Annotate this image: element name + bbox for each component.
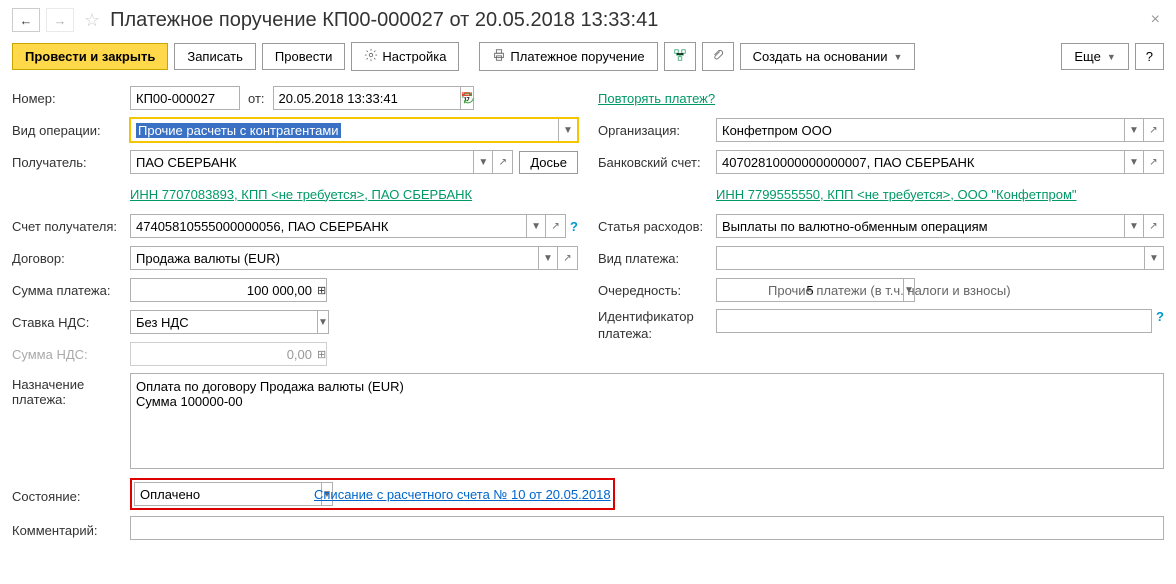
pay-id-label: Идентификатор платежа: <box>598 309 716 343</box>
purpose-textarea[interactable] <box>130 373 1164 469</box>
star-icon[interactable]: ☆ <box>84 10 100 31</box>
op-type-label: Вид операции: <box>12 123 130 138</box>
close-button[interactable]: × <box>1147 11 1164 29</box>
structure-button[interactable] <box>664 42 696 71</box>
pay-type-dropdown[interactable]: ▼ <box>1144 246 1164 270</box>
amount-label: Сумма платежа: <box>12 283 130 298</box>
recipient-details-link[interactable]: ИНН 7707083893, КПП <не требуется>, ПАО … <box>130 187 472 202</box>
printer-icon <box>492 48 506 65</box>
status-select[interactable] <box>134 482 321 506</box>
page-title: Платежное поручение КП00-000027 от 20.05… <box>110 9 1141 32</box>
right-column: Повторять платеж? Организация: ▼ ↗ Банко… <box>598 85 1164 373</box>
arrow-right-icon: → <box>54 13 67 28</box>
org-dropdown[interactable]: ▼ <box>1124 118 1144 142</box>
help-button[interactable]: ? <box>1135 43 1164 70</box>
expense-label: Статья расходов: <box>598 219 716 234</box>
more-button[interactable]: Еще ▼ <box>1061 43 1128 70</box>
left-column: Номер: от: 📅 Вид операции: Прочие расчет… <box>12 85 578 373</box>
attach-button[interactable] <box>702 42 734 71</box>
vat-sum-input <box>130 342 317 366</box>
submit-close-button[interactable]: Провести и закрыть <box>12 43 168 70</box>
back-button[interactable]: ← <box>12 8 40 32</box>
bank-acc-dropdown[interactable]: ▼ <box>1124 150 1144 174</box>
bank-acc-input[interactable] <box>716 150 1124 174</box>
comment-input[interactable] <box>130 516 1164 540</box>
priority-label: Очередность: <box>598 283 716 298</box>
help-icon[interactable]: ? <box>570 219 578 234</box>
arrow-left-icon: ← <box>20 13 33 28</box>
paperclip-icon <box>711 48 725 65</box>
vat-sum-label: Сумма НДС: <box>12 347 130 362</box>
from-label: от: <box>248 91 265 106</box>
chevron-down-icon: ▼ <box>1107 52 1116 62</box>
expense-open[interactable]: ↗ <box>1144 214 1164 238</box>
dossier-button[interactable]: Досье <box>519 151 578 174</box>
contract-open[interactable]: ↗ <box>558 246 578 270</box>
toolbar: Провести и закрыть Записать Провести Нас… <box>12 42 1164 71</box>
vat-rate-label: Ставка НДС: <box>12 315 130 330</box>
org-open[interactable]: ↗ <box>1144 118 1164 142</box>
calc-icon: ⊞ <box>317 342 327 366</box>
expense-dropdown[interactable]: ▼ <box>1124 214 1144 238</box>
repeat-payment-link[interactable]: Повторять платеж? <box>598 91 715 106</box>
vat-rate-select[interactable] <box>130 310 317 334</box>
op-type-select[interactable]: Прочие расчеты с контрагентами <box>130 118 558 142</box>
purpose-label: Назначение платежа: <box>12 373 130 407</box>
calc-button[interactable]: ⊞ <box>317 278 327 302</box>
print-payment-button[interactable]: Платежное поручение <box>479 42 657 71</box>
number-label: Номер: <box>12 91 130 106</box>
comment-label: Комментарий: <box>12 519 130 538</box>
recipient-dropdown[interactable]: ▼ <box>473 150 493 174</box>
contract-input[interactable] <box>130 246 538 270</box>
calculator-icon: ⊞ <box>317 284 326 297</box>
pay-type-select[interactable] <box>716 246 1144 270</box>
recipient-open[interactable]: ↗ <box>493 150 513 174</box>
status-label: Состояние: <box>12 485 130 504</box>
recipient-acc-label: Счет получателя: <box>12 219 130 234</box>
writeoff-link[interactable]: Списание с расчетного счета № 10 от 20.0… <box>314 487 611 502</box>
vat-rate-dropdown[interactable]: ▼ <box>317 310 329 334</box>
expense-input[interactable] <box>716 214 1124 238</box>
contract-label: Договор: <box>12 251 130 266</box>
org-details-link[interactable]: ИНН 7799555550, КПП <не требуется>, ООО … <box>716 187 1077 202</box>
number-input[interactable] <box>130 86 240 110</box>
save-button[interactable]: Записать <box>174 43 256 70</box>
create-based-group: Создать на основании ▼ <box>740 43 916 70</box>
gear-icon <box>364 48 378 65</box>
org-input[interactable] <box>716 118 1124 142</box>
priority-hint: Прочие платежи (в т.ч. налоги и взносы) <box>768 283 1011 298</box>
forward-button[interactable]: → <box>46 8 74 32</box>
recipient-input[interactable] <box>130 150 473 174</box>
create-based-button[interactable]: Создать на основании ▼ <box>740 43 916 70</box>
chevron-down-icon: ▼ <box>894 52 903 62</box>
refresh-icon[interactable] <box>461 91 475 105</box>
op-type-dropdown[interactable]: ▼ <box>558 118 578 142</box>
recipient-acc-input[interactable] <box>130 214 526 238</box>
help-icon[interactable]: ? <box>1156 309 1164 324</box>
status-highlight: ▼ Списание с расчетного счета № 10 от 20… <box>130 478 615 510</box>
org-label: Организация: <box>598 123 716 138</box>
amount-input[interactable] <box>130 278 317 302</box>
hierarchy-icon <box>673 48 687 65</box>
header: ← → ☆ Платежное поручение КП00-000027 от… <box>12 8 1164 32</box>
bank-acc-open[interactable]: ↗ <box>1144 150 1164 174</box>
pay-type-label: Вид платежа: <box>598 251 716 266</box>
contract-dropdown[interactable]: ▼ <box>538 246 558 270</box>
pay-id-input[interactable] <box>716 309 1152 333</box>
purpose-row: Назначение платежа: <box>12 373 1164 472</box>
submit-button[interactable]: Провести <box>262 43 346 70</box>
date-input[interactable] <box>273 86 460 110</box>
recipient-label: Получатель: <box>12 155 130 170</box>
recipient-acc-open[interactable]: ↗ <box>546 214 566 238</box>
bank-acc-label: Банковский счет: <box>598 155 716 170</box>
recipient-acc-dropdown[interactable]: ▼ <box>526 214 546 238</box>
settings-button[interactable]: Настройка <box>351 42 459 71</box>
